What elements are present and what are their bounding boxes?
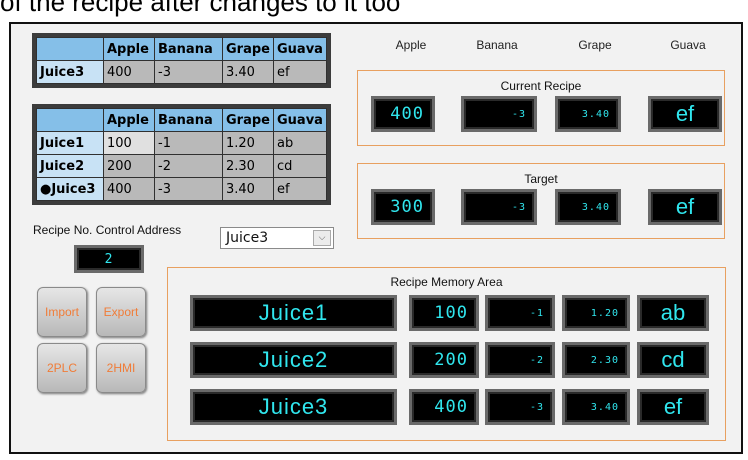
column-header-banana: Banana bbox=[476, 38, 518, 52]
recipe-select[interactable]: Juice3 ⌵ bbox=[220, 227, 334, 249]
column-header-apple: Apple bbox=[395, 38, 427, 52]
col-header: Apple bbox=[103, 108, 155, 132]
table-row[interactable]: ●Juice3 400 -3 3.40 ef bbox=[36, 177, 327, 201]
table-cell[interactable]: 1.20 bbox=[222, 131, 274, 155]
memory-row-3-guava[interactable]: ef bbox=[637, 389, 709, 425]
table-cell[interactable]: 400 bbox=[103, 60, 155, 84]
control-address-display[interactable]: 2 bbox=[74, 245, 144, 273]
memory-row-3-apple[interactable]: 400 bbox=[409, 389, 479, 425]
control-address-label: Recipe No. Control Address bbox=[33, 223, 182, 237]
current-guava-display: ef bbox=[648, 96, 722, 132]
current-recipe-title: Current Recipe bbox=[500, 79, 582, 93]
memory-row-2-banana[interactable]: -2 bbox=[485, 342, 555, 378]
memory-row-2-grape[interactable]: 2.30 bbox=[562, 342, 630, 378]
table-cell[interactable]: 3.40 bbox=[222, 60, 274, 84]
table-cell[interactable]: ab bbox=[273, 131, 327, 155]
table-cell[interactable]: 100 bbox=[103, 131, 155, 155]
col-header: Banana bbox=[154, 37, 223, 61]
memory-row-3-banana[interactable]: -3 bbox=[485, 389, 555, 425]
memory-row-2-apple[interactable]: 200 bbox=[409, 342, 479, 378]
target-banana-display: -3 bbox=[461, 189, 537, 225]
memory-row-1-name[interactable]: Juice1 bbox=[190, 295, 397, 331]
current-apple-display: 400 bbox=[371, 96, 435, 132]
import-button[interactable]: Import bbox=[37, 287, 87, 337]
col-header: Apple bbox=[103, 37, 155, 61]
column-header-grape: Grape bbox=[578, 38, 612, 52]
recipe-select-value: Juice3 bbox=[226, 230, 269, 246]
col-header: Grape bbox=[222, 108, 274, 132]
table-cell[interactable]: 400 bbox=[103, 177, 155, 201]
memory-row-3-name[interactable]: Juice3 bbox=[190, 389, 397, 425]
top-caption: of the recipe after changes to it too bbox=[0, 0, 401, 17]
recipe-memory-title: Recipe Memory Area bbox=[390, 275, 503, 289]
col-header: Banana bbox=[154, 108, 223, 132]
recipe-table: Apple Banana Grape Guava Juice1 100 -1 1… bbox=[32, 104, 331, 205]
current-banana-display: -3 bbox=[461, 96, 537, 132]
table-cell[interactable]: ef bbox=[273, 177, 327, 201]
memory-row-1-grape[interactable]: 1.20 bbox=[562, 295, 630, 331]
to-plc-button[interactable]: 2PLC bbox=[37, 343, 87, 393]
table-cell[interactable]: 200 bbox=[103, 154, 155, 178]
col-header: Guava bbox=[273, 37, 327, 61]
memory-row-3-grape[interactable]: 3.40 bbox=[562, 389, 630, 425]
row-name: Juice3 bbox=[36, 60, 104, 84]
row-name: Juice2 bbox=[36, 154, 104, 178]
table-cell[interactable]: 3.40 bbox=[222, 177, 274, 201]
corner-cell bbox=[36, 108, 104, 132]
target-grape-display: 3.40 bbox=[555, 189, 621, 225]
col-header: Guava bbox=[273, 108, 327, 132]
memory-row-1-guava[interactable]: ab bbox=[637, 295, 709, 331]
memory-row-2-name[interactable]: Juice2 bbox=[190, 342, 397, 378]
memory-row-1-banana[interactable]: -1 bbox=[485, 295, 555, 331]
table-row[interactable]: Juice2 200 -2 2.30 cd bbox=[36, 154, 327, 178]
export-button[interactable]: Export bbox=[96, 287, 146, 337]
table-cell[interactable]: -3 bbox=[154, 60, 223, 84]
current-grape-display: 3.40 bbox=[555, 96, 621, 132]
table-cell[interactable]: 2.30 bbox=[222, 154, 274, 178]
target-apple-display: 300 bbox=[371, 189, 435, 225]
corner-cell bbox=[36, 37, 104, 61]
target-guava-display: ef bbox=[648, 189, 722, 225]
row-name-selected: ●Juice3 bbox=[36, 177, 104, 201]
table-row[interactable]: Juice1 100 -1 1.20 ab bbox=[36, 131, 327, 155]
table-cell[interactable]: cd bbox=[273, 154, 327, 178]
column-header-guava: Guava bbox=[670, 38, 706, 52]
target-title: Target bbox=[524, 172, 558, 186]
row-name: Juice1 bbox=[36, 131, 104, 155]
table-cell[interactable]: -3 bbox=[154, 177, 223, 201]
recipe-table-current: Apple Banana Grape Guava Juice3 400 -3 3… bbox=[32, 33, 331, 88]
to-hmi-button[interactable]: 2HMI bbox=[96, 343, 146, 393]
table-cell[interactable]: -2 bbox=[154, 154, 223, 178]
col-header: Grape bbox=[222, 37, 274, 61]
memory-row-2-guava[interactable]: cd bbox=[637, 342, 709, 378]
memory-row-1-apple[interactable]: 100 bbox=[409, 295, 479, 331]
table-cell[interactable]: -1 bbox=[154, 131, 223, 155]
table-cell[interactable]: ef bbox=[273, 60, 327, 84]
chevron-down-icon[interactable]: ⌵ bbox=[313, 230, 331, 246]
